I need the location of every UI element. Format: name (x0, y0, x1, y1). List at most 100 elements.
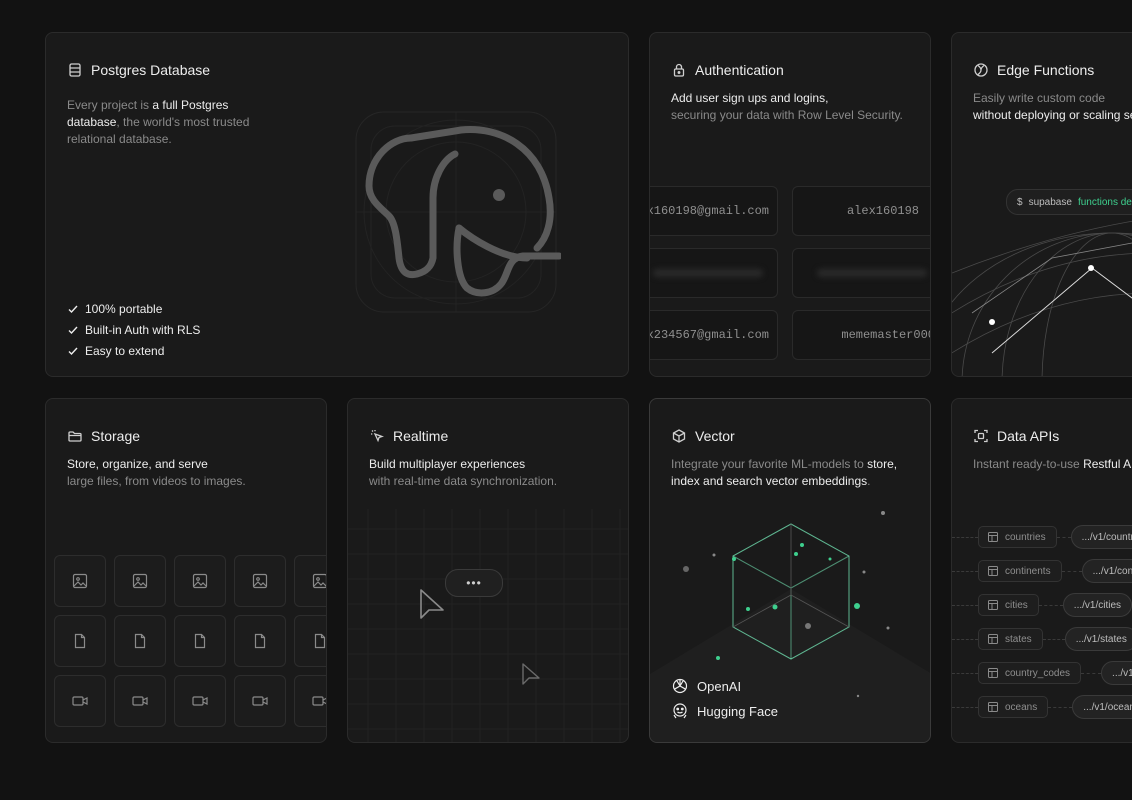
file-icon (134, 633, 146, 649)
postgres-feature-list: 100% portable Built-in Auth with RLS Eas… (67, 298, 200, 361)
deploy-command: $supabasefunctions deploy (1006, 189, 1132, 215)
lock-icon (673, 63, 685, 77)
image-icon (192, 573, 208, 589)
table-icon (988, 634, 998, 644)
endpoint-pill[interactable]: .../v1/countries (1070, 525, 1132, 549)
globe-wireframe (952, 220, 1132, 376)
table-icon (988, 532, 998, 542)
table-chip: cities (978, 594, 1039, 616)
image-file-tile (294, 555, 326, 607)
table-chip: countries (978, 526, 1057, 548)
postgres-title: Postgres Database (91, 62, 211, 78)
video-icon (72, 696, 88, 706)
video-file-tile (174, 675, 226, 727)
api-endpoint-row: oceans .../v1/oceans (952, 695, 1132, 719)
typing-indicator: ••• (445, 569, 503, 597)
realtime-card[interactable]: Realtime Build multiplayer experiences wi… (347, 398, 629, 743)
storage-card[interactable]: Storage Store, organize, and serve large … (45, 398, 327, 743)
username-cell: alex160198 (792, 186, 930, 236)
vector-card[interactable]: Vector Integrate your favorite ML-models… (649, 398, 931, 743)
table-chip: states (978, 628, 1043, 650)
authentication-title: Authentication (695, 62, 784, 78)
file-icon (254, 633, 266, 649)
image-icon (252, 573, 268, 589)
realtime-grid (348, 509, 628, 742)
cursor-icon (522, 663, 540, 685)
edge-functions-card[interactable]: Edge Functions Easily write custom code w… (951, 32, 1132, 377)
table-icon (988, 702, 998, 712)
table-icon (988, 566, 998, 576)
openai-icon (672, 678, 688, 694)
data-apis-card[interactable]: Data APIs Instant ready-to-use Restful A… (951, 398, 1132, 743)
cursor-click-icon (371, 430, 384, 443)
api-endpoint-row: states .../v1/states (952, 627, 1132, 651)
table-icon (988, 668, 998, 678)
postgres-header: Postgres Database (67, 62, 210, 78)
feature-item: Built-in Auth with RLS (67, 319, 200, 340)
user-email-cell-blurred (650, 248, 778, 298)
image-file-tile (114, 555, 166, 607)
folder-icon (68, 431, 82, 442)
data-apis-description: Instant ready-to-use Restful APIs. (973, 457, 1132, 471)
storage-title: Storage (91, 428, 141, 444)
username-cell: mememaster000 (792, 310, 930, 360)
postgres-elephant-logo (355, 111, 561, 313)
api-endpoint-row: continents .../v1/continents (952, 559, 1132, 583)
authentication-card[interactable]: Authentication Add user sign ups and log… (649, 32, 931, 377)
endpoint-pill[interactable]: .../v1/states (1064, 627, 1132, 651)
table-chip: oceans (978, 696, 1049, 718)
table-chip: continents (978, 560, 1062, 582)
endpoint-pill[interactable]: .../v1/oceans (1072, 695, 1132, 719)
endpoint-pill[interactable]: .../v1/continents (1081, 559, 1132, 583)
hugging-face-icon (673, 703, 687, 719)
api-grid-icon (974, 429, 988, 443)
feature-item: Easy to extend (67, 340, 200, 361)
openai-provider: OpenAI (671, 677, 741, 695)
document-file-tile (114, 615, 166, 667)
realtime-description: Build multiplayer experiences with real-t… (369, 457, 558, 488)
api-endpoint-row: countries .../v1/countries (952, 525, 1132, 549)
video-icon (132, 696, 148, 706)
storage-description: Store, organize, and serve large files, f… (67, 457, 246, 488)
video-file-tile (294, 675, 326, 727)
table-icon (988, 600, 998, 610)
database-icon (69, 63, 81, 77)
edge-functions-header: Edge Functions (973, 62, 1094, 78)
image-icon (72, 573, 88, 589)
endpoint-pill[interactable]: .../v1/cities (1062, 593, 1132, 617)
video-icon (312, 696, 326, 706)
video-file-tile (54, 675, 106, 727)
check-icon (68, 326, 78, 334)
image-file-tile (174, 555, 226, 607)
data-apis-header: Data APIs (973, 428, 1059, 444)
authentication-description: Add user sign ups and logins, securing yo… (671, 91, 903, 122)
document-file-tile (294, 615, 326, 667)
vector-title: Vector (695, 428, 735, 444)
vector-description: Integrate your favorite ML-models to sto… (671, 457, 898, 488)
document-file-tile (234, 615, 286, 667)
image-file-tile (234, 555, 286, 607)
api-endpoint-row: cities .../v1/cities (952, 593, 1132, 617)
endpoint-pill[interactable]: .../v1/country_codes (1101, 661, 1132, 685)
postgres-card[interactable]: Postgres Database Every project is a ful… (45, 32, 629, 377)
authentication-header: Authentication (671, 62, 784, 78)
file-icon (314, 633, 326, 649)
video-icon (252, 696, 268, 706)
edge-functions-description: Easily write custom code without deployin… (973, 91, 1132, 122)
postgres-description: Every project is a full Postgres databas… (67, 98, 250, 146)
realtime-title: Realtime (393, 428, 449, 444)
document-file-tile (54, 615, 106, 667)
cube-icon (672, 429, 686, 443)
image-icon (312, 573, 326, 589)
username-cell-blurred (792, 248, 930, 298)
document-file-tile (174, 615, 226, 667)
table-chip: country_codes (978, 662, 1082, 684)
realtime-header: Realtime (369, 428, 448, 444)
video-file-tile (114, 675, 166, 727)
video-icon (192, 696, 208, 706)
storage-header: Storage (67, 428, 140, 444)
image-icon (132, 573, 148, 589)
check-icon (68, 347, 78, 355)
edge-functions-title: Edge Functions (997, 62, 1095, 78)
feature-item: 100% portable (67, 298, 200, 319)
